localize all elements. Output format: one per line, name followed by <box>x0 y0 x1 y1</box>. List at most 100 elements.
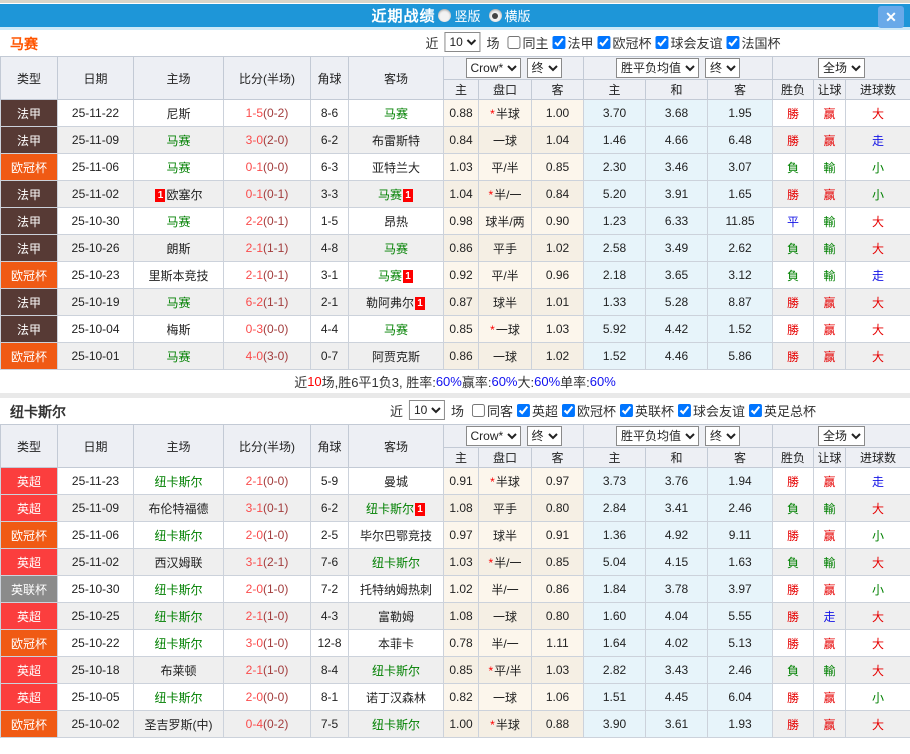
mean-odds: 2.62 <box>708 235 773 262</box>
corner-count: 2-1 <box>311 289 349 316</box>
result-mark: 走 <box>846 262 910 289</box>
competition-filter[interactable]: 法甲 <box>548 33 593 52</box>
away-team-cell: 纽卡斯尔 <box>349 711 444 738</box>
league-badge: 欧冠杯 <box>1 630 58 657</box>
filter-bar: 近10场同客英超欧冠杯英联杯球会友谊英足总杯 <box>390 400 816 420</box>
mean-type-select[interactable]: 胜平负均值 <box>616 426 699 446</box>
recent-count-select[interactable]: 10 <box>409 400 445 420</box>
results-table: 类型日期主场比分(半场)角球客场Crow*终胜平负均值终全场主盘口客主和客胜负让… <box>0 424 910 738</box>
competition-checkbox[interactable] <box>552 36 565 49</box>
competition-checkbox[interactable] <box>727 36 740 49</box>
mean-odds: 1.63 <box>708 549 773 576</box>
radio-horizontal-layout[interactable]: 横版 <box>489 6 531 25</box>
same-venue-checkbox[interactable] <box>472 404 485 417</box>
away-team-cell: 富勒姆 <box>349 603 444 630</box>
score-cell: 2-1(0-1) <box>224 262 311 289</box>
sub-header: 客 <box>532 80 584 100</box>
radio-unselected-icon[interactable] <box>438 9 451 22</box>
half-time-score: (0-1) <box>263 214 288 228</box>
match-row: 法甲25-10-26朗斯2-1(1-1)4-8马赛0.86平手1.022.583… <box>1 235 910 262</box>
team-section: 马赛近10场同主法甲欧冠杯球会友谊法国杯类型日期主场比分(半场)角球客场Crow… <box>0 30 910 393</box>
match-row: 欧冠杯25-11-06纽卡斯尔2-0(1-0)2-5毕尔巴鄂竞技0.97球半0.… <box>1 522 910 549</box>
competition-filter[interactable]: 球会友谊 <box>652 33 723 52</box>
sub-header: 进球数 <box>846 448 910 468</box>
close-button[interactable]: ✕ <box>878 6 904 28</box>
competition-filter[interactable]: 英联杯 <box>616 401 674 420</box>
mean-final-select[interactable]: 终 <box>705 426 740 446</box>
result-mark: 小 <box>846 684 910 711</box>
match-row: 法甲25-11-22尼斯1-5(0-2)8-6马赛0.88*半球1.003.70… <box>1 100 910 127</box>
section-head: 马赛近10场同主法甲欧冠杯球会友谊法国杯 <box>0 30 910 56</box>
col-header: 类型 <box>1 425 58 468</box>
odds-away: 0.91 <box>532 522 584 549</box>
corner-count: 3-3 <box>311 181 349 208</box>
team-label: 马赛 <box>166 215 190 229</box>
match-date: 25-10-19 <box>58 289 134 316</box>
odds-final-select[interactable]: 终 <box>527 58 562 78</box>
competition-filter[interactable]: 英足总杯 <box>745 401 816 420</box>
summary-part: 10 <box>307 374 321 389</box>
same-venue-filter[interactable]: 同客 <box>468 401 513 420</box>
mean-odds: 3.46 <box>646 154 708 181</box>
team-label: 托特纳姆热刺 <box>360 583 432 597</box>
mean-final-select[interactable]: 终 <box>705 58 740 78</box>
mean-odds: 3.49 <box>646 235 708 262</box>
odds-company-select[interactable]: Crow* <box>466 426 521 446</box>
mean-odds: 3.78 <box>646 576 708 603</box>
summary-part: 赢率: <box>462 372 492 391</box>
odds-away: 0.85 <box>532 549 584 576</box>
sub-header: 让球 <box>814 80 846 100</box>
league-badge: 英超 <box>1 657 58 684</box>
score-cell: 1-5(0-2) <box>224 100 311 127</box>
mean-odds: 3.41 <box>646 495 708 522</box>
match-row: 欧冠杯25-10-22纽卡斯尔3-0(1-0)12-8本菲卡0.78半/一1.1… <box>1 630 910 657</box>
radio-vertical-layout[interactable]: 竖版 <box>438 6 480 25</box>
same-venue-checkbox[interactable] <box>507 36 520 49</box>
competition-checkbox[interactable] <box>517 404 530 417</box>
competition-filter[interactable]: 英超 <box>513 401 558 420</box>
handicap: *一球 <box>479 316 532 343</box>
competition-checkbox[interactable] <box>598 36 611 49</box>
competition-filter[interactable]: 欧冠杯 <box>558 401 616 420</box>
full-time-score: 0-4 <box>246 717 263 731</box>
radio-selected-icon[interactable] <box>489 9 502 22</box>
competition-checkbox[interactable] <box>749 404 762 417</box>
handicap: 一球 <box>479 127 532 154</box>
competition-label: 英联杯 <box>635 401 674 420</box>
handicap: 球半 <box>479 522 532 549</box>
odds-final-select[interactable]: 终 <box>527 426 562 446</box>
summary-part: 单率: <box>560 372 590 391</box>
match-row: 英超25-11-23纽卡斯尔2-1(0-0)5-9曼城0.91*半球0.973.… <box>1 468 910 495</box>
competition-filter[interactable]: 欧冠杯 <box>594 33 652 52</box>
odds-company-select[interactable]: Crow* <box>466 58 521 78</box>
scope-select[interactable]: 全场 <box>818 58 865 78</box>
same-venue-filter[interactable]: 同主 <box>503 33 548 52</box>
scope-select[interactable]: 全场 <box>818 426 865 446</box>
competition-checkbox[interactable] <box>620 404 633 417</box>
competition-filter[interactable]: 法国杯 <box>723 33 781 52</box>
odds-home: 0.84 <box>444 127 479 154</box>
mean-odds: 3.97 <box>708 576 773 603</box>
team-label: 纽卡斯尔 <box>154 691 202 705</box>
recent-count-select[interactable]: 10 <box>444 32 480 52</box>
competition-filter[interactable]: 球会友谊 <box>674 401 745 420</box>
team-name: 马赛 <box>10 34 38 54</box>
result-mark: 勝 <box>773 316 814 343</box>
col-header: 日期 <box>58 57 134 100</box>
competition-checkbox[interactable] <box>678 404 691 417</box>
corner-count: 8-6 <box>311 100 349 127</box>
radio-vertical-label: 竖版 <box>454 6 480 25</box>
home-team-cell: 纽卡斯尔 <box>134 576 224 603</box>
competition-label: 法国杯 <box>742 33 781 52</box>
handicap-star: * <box>490 323 495 337</box>
match-row: 欧冠杯25-10-02圣吉罗斯(中)0-4(0-2)7-5纽卡斯尔1.00*半球… <box>1 711 910 738</box>
home-team-cell: 纽卡斯尔 <box>134 684 224 711</box>
competition-checkbox[interactable] <box>562 404 575 417</box>
mean-odds: 3.76 <box>646 468 708 495</box>
handicap: 一球 <box>479 603 532 630</box>
mean-type-select[interactable]: 胜平负均值 <box>616 58 699 78</box>
full-time-score: 3-0 <box>246 133 263 147</box>
competition-checkbox[interactable] <box>656 36 669 49</box>
mean-odds: 4.45 <box>646 684 708 711</box>
red-card-badge: 1 <box>403 270 413 283</box>
